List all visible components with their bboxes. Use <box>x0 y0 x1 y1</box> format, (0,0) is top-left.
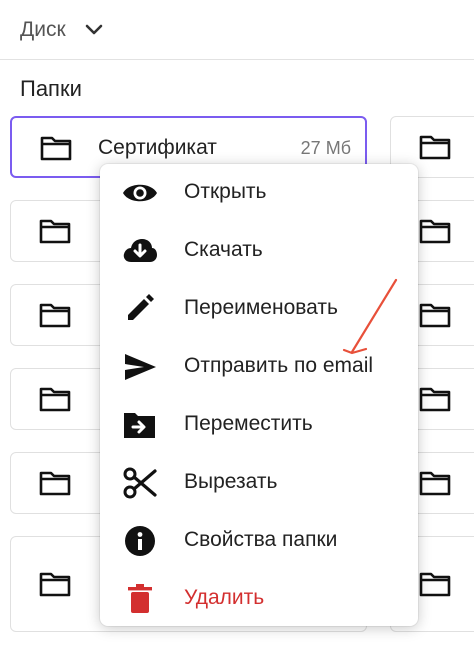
info-icon <box>125 526 155 556</box>
send-icon <box>125 354 156 380</box>
menu-item-download[interactable]: Скачать <box>100 222 418 280</box>
folder-move-icon <box>124 413 155 438</box>
menu-item-label: Переименовать <box>184 296 338 319</box>
folder-size: 27 Мб <box>300 138 351 158</box>
folder-icon <box>39 303 71 328</box>
annotation-arrow-icon <box>342 278 398 355</box>
menu-item-properties[interactable]: Свойства папки <box>100 512 418 570</box>
chevron-down-icon[interactable] <box>84 20 104 40</box>
cloud-download-icon <box>123 239 157 262</box>
menu-item-label: Переместить <box>184 412 313 435</box>
disk-title[interactable]: Диск <box>20 18 66 42</box>
folder-icon <box>39 219 71 244</box>
menu-item-delete[interactable]: Удалить <box>100 570 418 628</box>
folder-icon <box>40 136 72 161</box>
trash-icon <box>128 584 152 613</box>
menu-item-label: Вырезать <box>184 470 278 493</box>
eye-icon <box>123 184 157 202</box>
folder-icon <box>39 387 71 412</box>
folder-name: Сертификат <box>98 136 217 159</box>
section-title-folders: Папки <box>20 76 82 101</box>
pencil-icon <box>128 294 154 320</box>
app-header: Диск <box>0 0 474 60</box>
folder-icon <box>419 471 451 496</box>
folder-icon <box>419 135 451 160</box>
folder-icon <box>419 572 451 597</box>
folder-icon <box>419 303 451 328</box>
menu-item-open[interactable]: Открыть <box>100 164 418 222</box>
folder-context-menu: Открыть Скачать Переименовать Отправить … <box>100 164 418 626</box>
menu-item-label: Открыть <box>184 180 267 203</box>
scissors-icon <box>123 467 157 499</box>
folder-icon <box>39 471 71 496</box>
folder-icon <box>39 572 71 597</box>
folder-icon <box>419 219 451 244</box>
menu-item-label: Свойства папки <box>184 528 338 551</box>
folder-icon <box>419 387 451 412</box>
menu-item-label: Скачать <box>184 238 263 261</box>
menu-item-label: Удалить <box>184 586 265 609</box>
menu-item-cut[interactable]: Вырезать <box>100 454 418 512</box>
menu-item-move[interactable]: Переместить <box>100 396 418 454</box>
